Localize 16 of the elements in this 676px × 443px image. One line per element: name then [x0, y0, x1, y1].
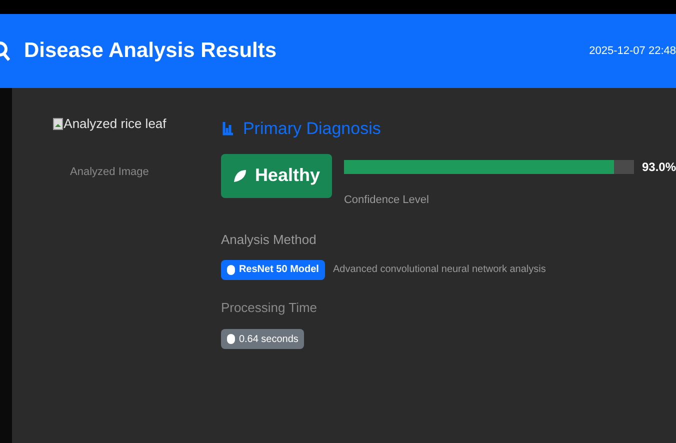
- method-label: Analysis Method: [220, 231, 318, 249]
- image-alt-text: Analyzed rice leaf: [64, 115, 166, 133]
- processing-label: Processing Time: [220, 298, 318, 317]
- time-badge: 0.64 seconds: [220, 329, 304, 349]
- confidence-value: 93.0%: [642, 158, 676, 176]
- chart-icon: [220, 120, 235, 138]
- timestamp: 2025-12-07 22:48: [589, 44, 676, 59]
- section-heading: Primary Diagnosis: [242, 118, 381, 140]
- method-description: Advanced convolutional neural network analysis: [332, 263, 546, 277]
- image-caption: Analyzed Image: [70, 164, 149, 180]
- leaf-icon: [232, 168, 247, 182]
- broken-image-icon: [52, 118, 63, 130]
- diagnosis-badge: Healthy: [220, 154, 332, 198]
- confidence-label: Confidence Level: [344, 192, 430, 208]
- page-title: Disease Analysis Results: [24, 38, 277, 64]
- model-badge: ResNet 50 Model: [220, 260, 325, 280]
